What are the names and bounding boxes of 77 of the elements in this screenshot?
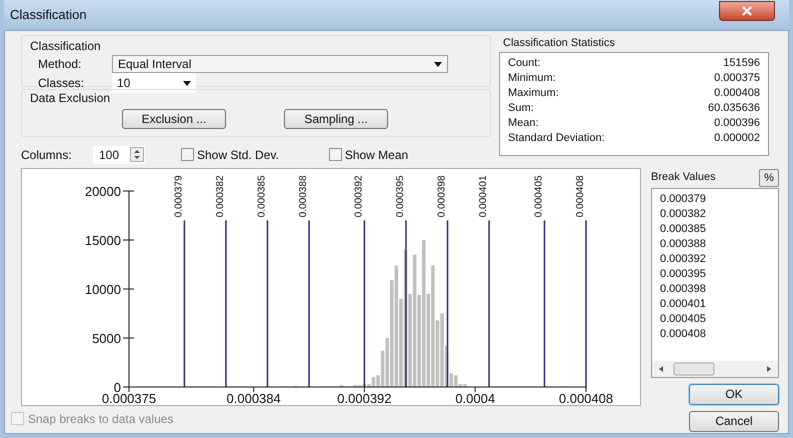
break-label: 0.000385 [256,175,268,217]
break-value[interactable]: 0.000395 [660,266,778,282]
break-label: 0.000382 [214,175,226,217]
dialog-button[interactable]: Sampling ... [284,109,388,129]
dialog-button[interactable]: Exclusion ... [122,109,226,129]
spinner-arrows-icon [130,147,144,162]
stat-label: Standard Deviation: [508,130,605,146]
method-dropdown[interactable]: Equal Interval [112,55,448,73]
axis-label: 0.000384 [226,390,281,404]
break-label: 0.000408 [575,175,586,217]
stat-value: 0.000002 [714,130,760,146]
break-label: 0.000398 [436,175,448,217]
axis-label: 10000 [84,282,121,296]
break-label: 0.000379 [173,175,184,217]
break-value[interactable]: 0.000388 [660,236,778,252]
stat-value: 60.035636 [708,100,760,116]
break-line[interactable] [266,220,268,386]
break-label: 0.000388 [298,175,310,217]
break-value[interactable]: 0.000379 [660,192,778,206]
close-icon [742,6,752,16]
dialog-button[interactable]: OK [689,384,779,404]
caret-icon [183,80,191,86]
axis-label: 0.000392 [337,390,392,404]
stat-value: 0.000396 [714,116,760,130]
columns-label: Columns: [21,146,73,164]
axis-label: 20000 [84,184,121,198]
break-label: 0.000401 [478,175,490,217]
break-line[interactable] [446,220,448,386]
checkbox[interactable] [328,148,342,161]
method-label: Method: [37,56,82,73]
classes-dropdown[interactable]: 10 [112,73,196,93]
break-value[interactable]: 0.000392 [660,252,778,266]
break-value[interactable]: 0.000385 [660,222,778,236]
stat-label: Maximum: [508,86,559,100]
caret-icon [434,62,442,66]
axis-label: 15000 [84,232,121,248]
break-value[interactable]: 0.000382 [660,206,778,222]
window-title: Classification [10,6,87,24]
break-line[interactable] [488,220,490,386]
columns-spinner[interactable]: 100 [93,146,145,164]
stat-value: 0.000408 [714,86,760,100]
break-value[interactable]: 0.000398 [660,282,778,296]
axis-label: 0.000408 [558,390,614,404]
dialog-button[interactable]: Cancel [689,410,779,432]
stat-value: 151596 [723,56,760,70]
axis-label: 5000 [92,330,121,346]
break-values-title: Break Values [651,170,716,186]
break-value[interactable]: 0.000408 [660,326,778,342]
checkbox-label: Snap breaks to data values [28,410,174,428]
break-line[interactable] [364,220,366,386]
break-line[interactable] [544,220,546,386]
checkbox[interactable] [181,148,194,161]
stat-label: Count: [508,56,540,70]
stat-label: Mean: [508,116,539,130]
percent-button[interactable]: % [759,168,779,186]
group-title: Classification [30,38,102,55]
group-title: Data Exclusion [30,90,112,107]
break-label: 0.000405 [533,175,544,217]
close-button[interactable] [719,1,775,21]
checkbox-label: Show Mean [344,146,408,164]
break-label: 0.000395 [394,175,406,217]
break-value[interactable]: 0.000405 [660,312,778,326]
stat-label: Sum: [508,100,534,116]
break-line[interactable] [405,220,407,386]
stat-value: 0.000375 [714,70,760,86]
break-line[interactable] [184,220,186,386]
break-line[interactable] [308,220,310,386]
break-line[interactable] [585,220,587,386]
stat-label: Minimum: [508,70,556,86]
break-value[interactable]: 0.000401 [660,296,778,312]
checkbox-label: Show Std. Dev. [197,146,279,164]
statistics-title: Classification Statistics [502,36,616,51]
axis-label: 0.0004 [455,390,496,404]
scrollbar[interactable] [652,360,778,376]
classes-label: Classes: [37,75,86,92]
break-line[interactable] [225,220,227,386]
break-label: 0.000392 [353,175,364,217]
